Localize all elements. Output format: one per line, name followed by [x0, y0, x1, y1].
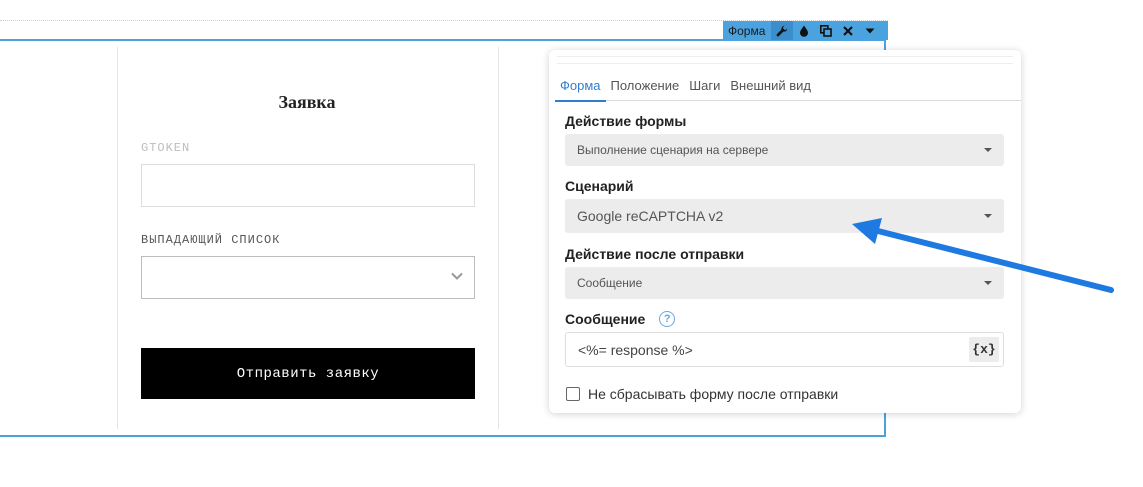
annotation-arrow-icon — [852, 218, 1114, 293]
